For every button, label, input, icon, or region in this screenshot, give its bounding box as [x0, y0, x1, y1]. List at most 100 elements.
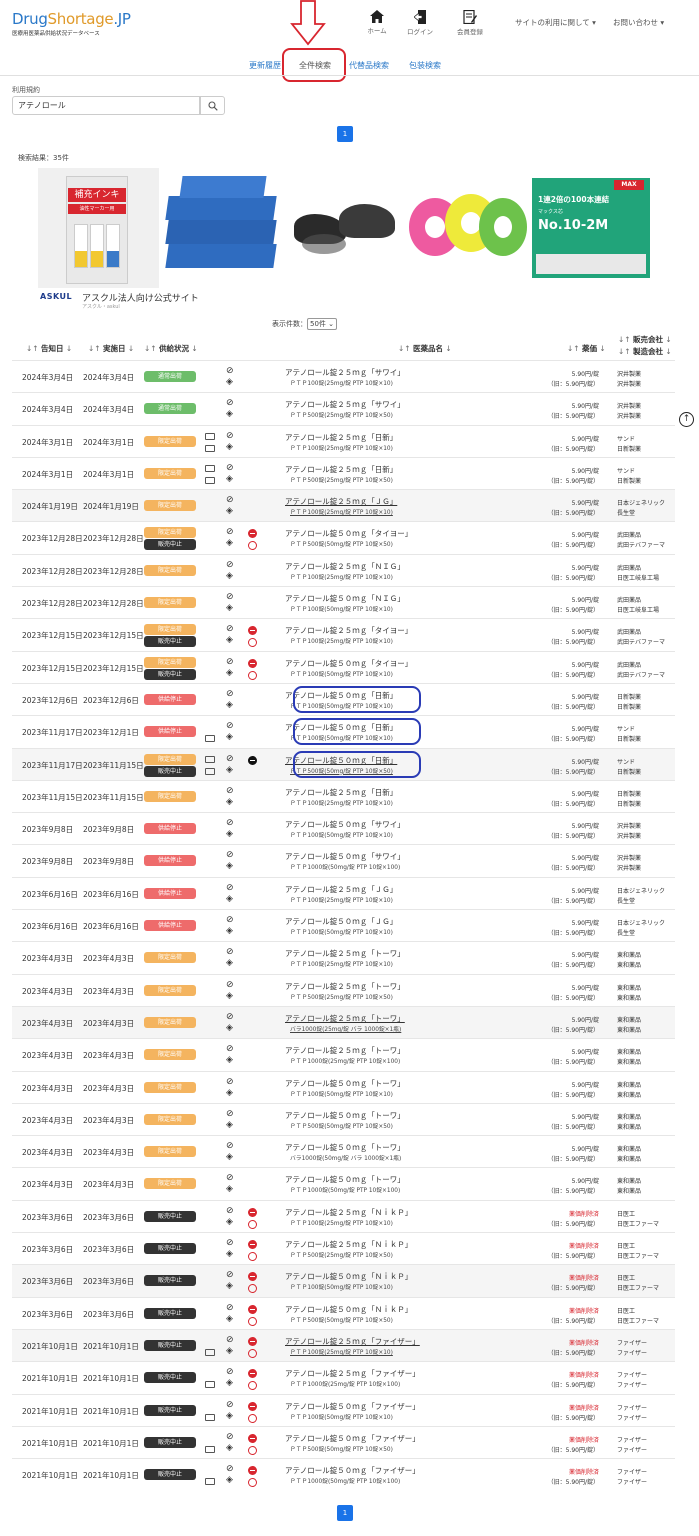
drug-name[interactable]: アテノロール錠２５ｍｇ「ファイザー」	[285, 1336, 420, 1347]
table-row[interactable]: 2023年4月3日 2023年4月3日 限定出荷 ⊘ ◈ アテノロール錠５０ｍｇ「トーワ」…	[12, 1167, 675, 1199]
drug-name[interactable]: アテノロール錠５０ｍｇ「トーワ」	[285, 1142, 405, 1153]
table-row[interactable]: 2023年12月28日 2023年12月28日 限定出荷 ⊘ ◈ アテノロール錠２５ｍｇ「…	[12, 553, 675, 586]
drug-name[interactable]: アテノロール錠２５ｍｇ「ＮＩＧ」	[285, 561, 405, 572]
column-price[interactable]: ↓↑ 薬価 ↓	[567, 343, 606, 354]
drug-name[interactable]: アテノロール錠２５ｍｇ「サワイ」	[285, 367, 405, 378]
column-maker[interactable]: ↓↑ 製造会社 ↓	[618, 346, 672, 357]
comment-icon[interactable]	[205, 444, 215, 452]
nav-login[interactable]: ログイン	[400, 10, 440, 36]
nav-register[interactable]: 会員登録	[450, 10, 490, 36]
drug-name[interactable]: アテノロール錠５０ｍｇ「サワイ」	[285, 819, 405, 830]
drug-name[interactable]: アテノロール錠２５ｍｇ「タイヨー」	[285, 625, 412, 636]
comment-icon[interactable]	[205, 1381, 215, 1389]
table-row[interactable]: 2021年10月1日 2021年10月1日 販売中止 ⊘ ◈ アテノロール錠２５ｍｇ「ファ…	[12, 1328, 675, 1362]
comment-icon[interactable]	[205, 1478, 215, 1486]
table-row[interactable]: 2024年1月19日 2024年1月19日 限定出荷 ⊘ ◈ アテノロール錠２５ｍｇ「ＪＧ…	[12, 489, 675, 522]
tab-history[interactable]: 更新履歴	[249, 60, 281, 71]
nav-home[interactable]: ホーム	[357, 10, 397, 35]
ad-banner[interactable]: ⓘ ✕ 補充インキ 油性マーカー用 MAX 1連2倍の100本連結 マックス芯 …	[38, 168, 654, 313]
drug-name[interactable]: アテノロール錠２５ｍｇ「日新」	[285, 464, 397, 475]
table-row[interactable]: 2023年3月6日 2023年3月6日 販売中止 ⊘ ◈ アテノロール錠５０ｍｇ「ＮｉｋＰ…	[12, 1296, 675, 1329]
table-row[interactable]: 2021年10月1日 2021年10月1日 販売中止 ⊘ ◈ アテノロール錠５０ｍｇ「ファ…	[12, 1393, 675, 1426]
drug-name[interactable]: アテノロール錠５０ｍｇ「トーワ」	[285, 1174, 405, 1185]
ad-tile-shoe-covers[interactable]	[284, 168, 405, 288]
table-row[interactable]: 2023年11月17日 2023年11月15日 限定出荷 販売中止 ⊘ ◈ アテノロール錠５…	[12, 747, 675, 780]
table-row[interactable]: 2023年3月6日 2023年3月6日 販売中止 ⊘ ◈ アテノロール錠２５ｍｇ「ＮｉｋＰ…	[12, 1232, 675, 1264]
comment-icon[interactable]	[205, 1348, 215, 1356]
search-input[interactable]: アテノロール	[12, 96, 200, 115]
tab-package-search[interactable]: 包装検索	[409, 60, 441, 71]
drug-name[interactable]: アテノロール錠５０ｍｇ「ＮｉｋＰ」	[285, 1304, 412, 1315]
contact-dropdown[interactable]: お問い合わせ ▾	[613, 17, 664, 28]
table-row[interactable]: 2023年12月15日 2023年12月15日 限定出荷 販売中止 ⊘ ◈ アテノロール錠２…	[12, 618, 675, 650]
ad-tile-ink[interactable]: 補充インキ 油性マーカー用	[38, 168, 159, 288]
table-row[interactable]: 2023年9月8日 2023年9月8日 供給停止 ⊘ ◈ アテノロール錠５０ｍｇ「サワイ」…	[12, 844, 675, 876]
comment-icon[interactable]	[205, 476, 215, 484]
table-row[interactable]: 2023年11月15日 2023年11月15日 限定出荷 ⊘ ◈ アテノロール錠２５ｍｇ「…	[12, 779, 675, 812]
table-row[interactable]: 2023年9月8日 2023年9月8日 供給停止 ⊘ ◈ アテノロール錠５０ｍｇ「サワイ」…	[12, 812, 675, 844]
table-row[interactable]: 2023年3月6日 2023年3月6日 販売中止 ⊘ ◈ アテノロール錠５０ｍｇ「ＮｉｋＰ…	[12, 1264, 675, 1297]
drug-name[interactable]: アテノロール錠２５ｍｇ「ＮｉｋＰ」	[285, 1207, 412, 1218]
table-row[interactable]: 2024年3月4日 2024年3月4日 通常出荷 ⊘ ◈ アテノロール錠２５ｍｇ「サワイ」…	[12, 360, 675, 392]
drug-name[interactable]: アテノロール錠５０ｍｇ「タイヨー」	[285, 528, 412, 539]
table-row[interactable]: 2023年6月16日 2023年6月16日 供給停止 ⊘ ◈ アテノロール錠２５ｍｇ「ＪＧ…	[12, 876, 675, 909]
drug-name[interactable]: アテノロール錠５０ｍｇ「ファイザー」	[285, 1433, 420, 1444]
drug-name[interactable]: アテノロール錠５０ｍｇ「トーワ」	[285, 1078, 405, 1089]
drug-name[interactable]: アテノロール錠５０ｍｇ「ＮｉｋＰ」	[285, 1271, 412, 1282]
about-dropdown[interactable]: サイトの利用に関して ▾	[515, 17, 596, 28]
drug-name[interactable]: アテノロール錠２５ｍｇ「トーワ」	[285, 1045, 405, 1056]
drug-name[interactable]: アテノロール錠５０ｍｇ「サワイ」	[285, 851, 405, 862]
table-row[interactable]: 2023年4月3日 2023年4月3日 限定出荷 ⊘ ◈ アテノロール錠５０ｍｇ「トーワ」…	[12, 1135, 675, 1167]
drug-name[interactable]: アテノロール錠５０ｍｇ「タイヨー」	[285, 658, 412, 669]
drug-name[interactable]: アテノロール錠２５ｍｇ「ＪＧ」	[285, 884, 397, 895]
column-effective[interactable]: ↓↑ 実施日 ↓	[88, 343, 134, 354]
table-row[interactable]: 2024年3月4日 2024年3月4日 通常出荷 ⊘ ◈ アテノロール錠２５ｍｇ「サワイ」…	[12, 392, 675, 424]
table-row[interactable]: 2024年3月1日 2024年3月1日 限定出荷 ⊘ ◈ アテノロール錠２５ｍｇ「日新」 Ｐ…	[12, 456, 675, 489]
drug-name[interactable]: アテノロール錠５０ｍｇ「ＪＧ」	[285, 916, 397, 927]
drug-name[interactable]: アテノロール錠５０ｍｇ「ファイザー」	[285, 1465, 420, 1476]
table-row[interactable]: 2024年3月1日 2024年3月1日 限定出荷 ⊘ ◈ アテノロール錠２５ｍｇ「日新」 Ｐ…	[12, 424, 675, 457]
search-button[interactable]	[200, 96, 225, 115]
table-row[interactable]: 2023年12月28日 2023年12月28日 限定出荷 販売中止 ⊘ ◈ アテノロール錠５…	[12, 521, 675, 553]
table-row[interactable]: 2023年6月16日 2023年6月16日 供給停止 ⊘ ◈ アテノロール錠５０ｍｇ「ＪＧ…	[12, 909, 675, 941]
table-row[interactable]: 2023年4月3日 2023年4月3日 限定出荷 ⊘ ◈ アテノロール錠２５ｍｇ「トーワ」…	[12, 941, 675, 973]
per-page-select[interactable]: 50件 ⌄	[307, 318, 338, 330]
comment-icon[interactable]	[205, 1445, 215, 1453]
drug-name[interactable]: アテノロール錠５０ｍｇ「トーワ」	[285, 1110, 405, 1121]
drug-name[interactable]: アテノロール錠５０ｍｇ「ファイザー」	[285, 1401, 420, 1412]
table-row[interactable]: 2023年12月15日 2023年12月15日 限定出荷 販売中止 ⊘ ◈ アテノロール錠５…	[12, 650, 675, 683]
comment-icon[interactable]	[205, 767, 215, 775]
ad-tile-staples[interactable]: MAX 1連2倍の100本連結 マックス芯 No.10-2M	[530, 168, 651, 288]
table-row[interactable]: 2023年11月17日 2023年12月1日 供給停止 ⊘ ◈ アテノロール錠５０ｍｇ「日…	[12, 715, 675, 747]
pagination-page-button-bottom[interactable]: 1	[337, 1505, 353, 1521]
comment-icon[interactable]	[205, 1413, 215, 1421]
table-row[interactable]: 2023年3月6日 2023年3月6日 販売中止 ⊘ ◈ アテノロール錠２５ｍｇ「ＮｉｋＰ…	[12, 1199, 675, 1232]
table-row[interactable]: 2021年10月1日 2021年10月1日 販売中止 ⊘ ◈ アテノロール錠５０ｍｇ「ファ…	[12, 1425, 675, 1458]
terms-link[interactable]: 利用規約	[12, 85, 40, 95]
table-row[interactable]: 2021年10月1日 2021年10月1日 販売中止 ⊘ ◈ アテノロール錠５０ｍｇ「ファ…	[12, 1458, 675, 1490]
ad-tile-tapes[interactable]	[407, 168, 528, 288]
drug-name[interactable]: アテノロール錠２５ｍｇ「日新」	[285, 432, 397, 443]
table-row[interactable]: 2023年4月3日 2023年4月3日 限定出荷 ⊘ ◈ アテノロール錠５０ｍｇ「トーワ」…	[12, 1070, 675, 1103]
comment-icon[interactable]	[205, 432, 215, 440]
drug-name[interactable]: アテノロール錠２５ｍｇ「トーワ」	[285, 981, 405, 992]
scroll-to-top-button[interactable]: ↑	[679, 412, 694, 427]
site-logo[interactable]: DrugShortage.JP 医療用医薬品供給状況データベース	[12, 10, 131, 37]
table-row[interactable]: 2023年4月3日 2023年4月3日 限定出荷 ⊘ ◈ アテノロール錠２５ｍｇ「トーワ」…	[12, 1005, 675, 1039]
drug-name[interactable]: アテノロール錠２５ｍｇ「ファイザー」	[285, 1368, 420, 1379]
drug-name[interactable]: アテノロール錠２５ｍｇ「ＪＧ」	[285, 496, 397, 507]
drug-name[interactable]: アテノロール錠２５ｍｇ「サワイ」	[285, 399, 405, 410]
pagination-page-button[interactable]: 1	[337, 126, 353, 142]
column-status[interactable]: ↓↑ 供給状況 ↓	[144, 343, 198, 354]
table-row[interactable]: 2023年4月3日 2023年4月3日 限定出荷 ⊘ ◈ アテノロール錠５０ｍｇ「トーワ」…	[12, 1102, 675, 1135]
table-row[interactable]: 2021年10月1日 2021年10月1日 販売中止 ⊘ ◈ アテノロール錠２５ｍｇ「ファ…	[12, 1361, 675, 1393]
drug-name[interactable]: アテノロール錠２５ｍｇ「トーワ」	[285, 948, 405, 959]
comment-icon[interactable]	[205, 755, 215, 763]
table-row[interactable]: 2023年12月6日 2023年12月6日 供給停止 ⊘ ◈ アテノロール錠５０ｍｇ「日新…	[12, 682, 675, 715]
drug-name[interactable]: アテノロール錠５０ｍｇ「ＮＩＧ」	[285, 593, 405, 604]
comment-icon[interactable]	[205, 464, 215, 472]
tab-alternative-search[interactable]: 代替品検索	[349, 60, 389, 71]
table-row[interactable]: 2023年12月28日 2023年12月28日 限定出荷 ⊘ ◈ アテノロール錠５０ｍｇ「…	[12, 586, 675, 618]
ad-tile-boxes[interactable]	[161, 168, 282, 288]
drug-name[interactable]: アテノロール錠２５ｍｇ「ＮｉｋＰ」	[285, 1239, 412, 1250]
